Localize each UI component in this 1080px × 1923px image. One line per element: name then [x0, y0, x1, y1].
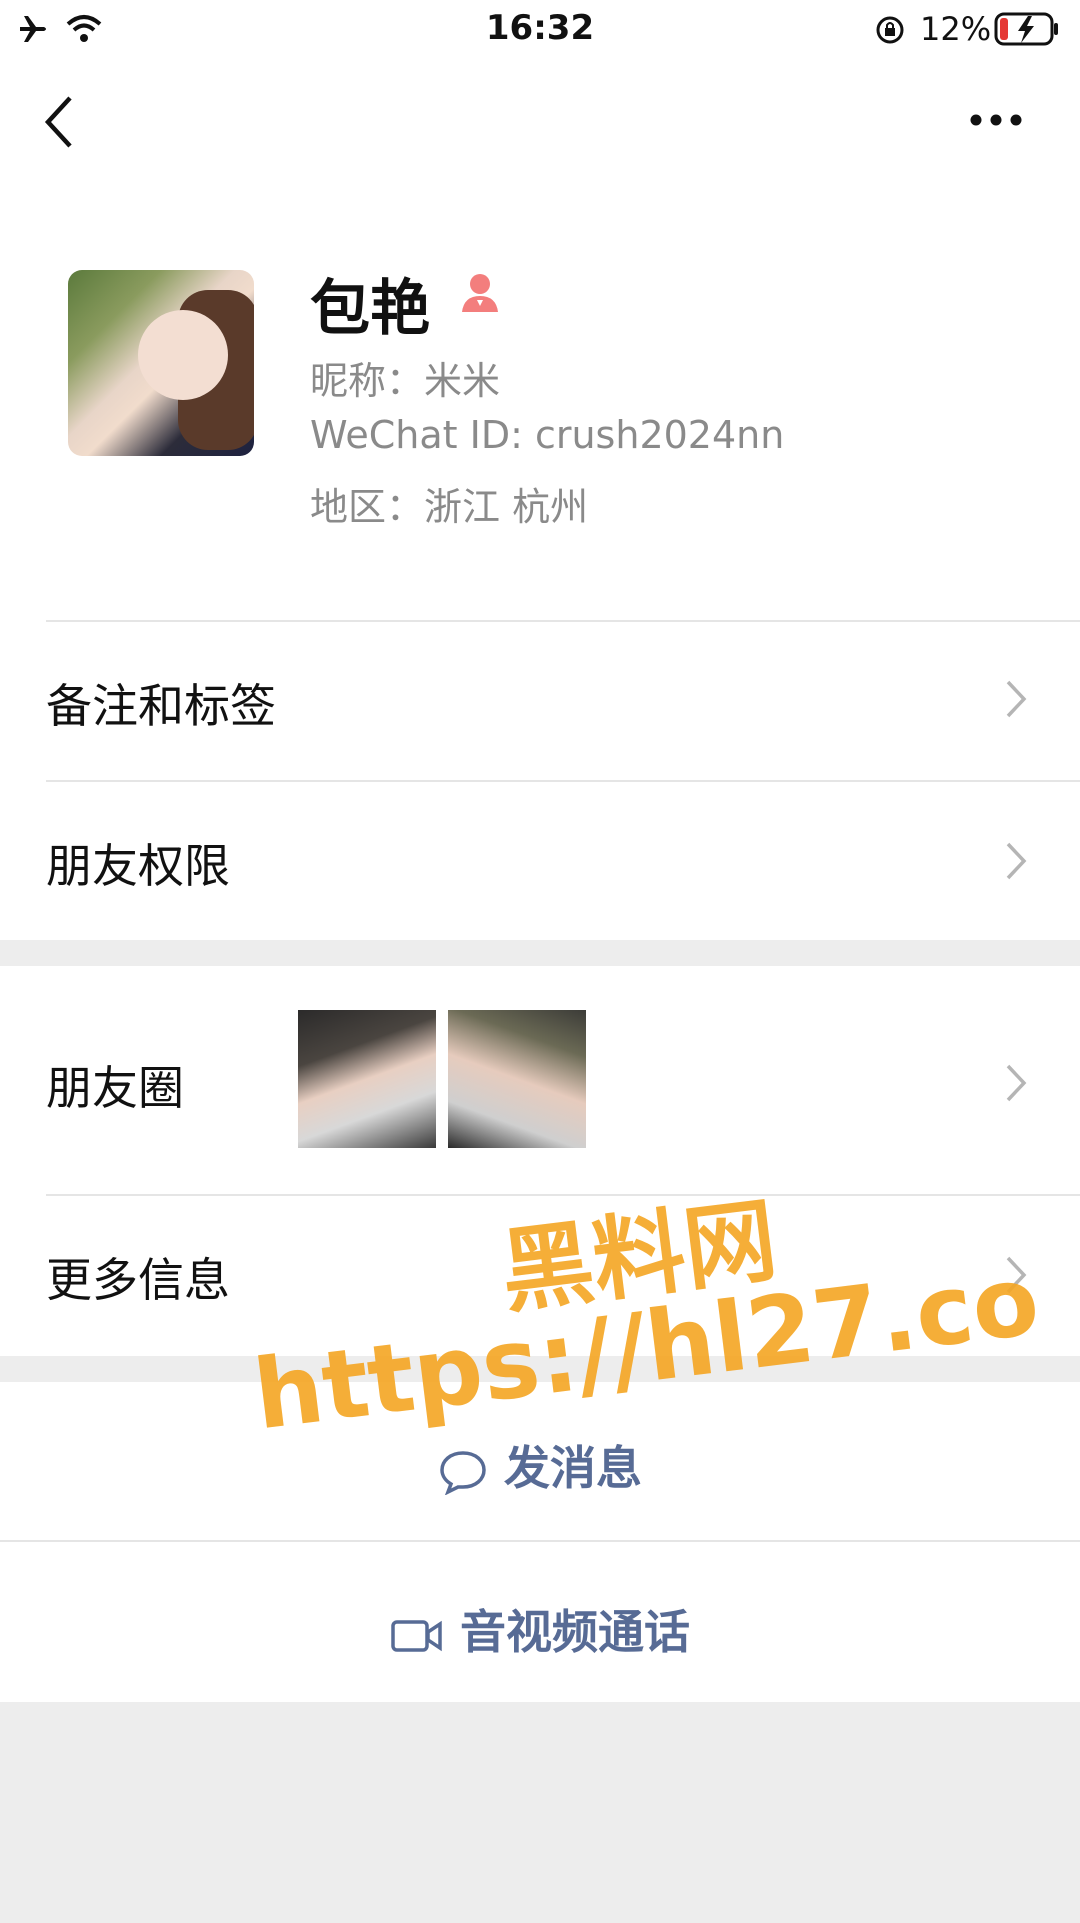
chat-bubble-icon: [440, 1450, 486, 1496]
ellipsis-icon: [970, 114, 1022, 126]
remark-tags-row[interactable]: 备注和标签: [0, 622, 1080, 780]
wechat-id: WeChat ID: crush2024nn: [310, 413, 785, 457]
more-options-button[interactable]: [966, 104, 1026, 136]
chevron-right-icon: [1004, 840, 1028, 886]
status-bar: 16:32 12%: [0, 0, 1080, 60]
moments-thumbnail: [448, 1010, 586, 1148]
remark-tags-label: 备注和标签: [46, 679, 276, 733]
video-call-label: 音视频通话: [460, 1605, 690, 1659]
female-icon: [458, 270, 502, 318]
chevron-right-icon: [1004, 1254, 1028, 1300]
orientation-lock-icon: [874, 14, 906, 50]
clock: 16:32: [485, 8, 595, 48]
back-button[interactable]: [40, 94, 80, 150]
battery-charging-icon: [994, 12, 1060, 50]
friend-permissions-row[interactable]: 朋友权限: [0, 782, 1080, 940]
chevron-right-icon: [1004, 678, 1028, 724]
moments-label: 朋友圈: [46, 1061, 184, 1115]
chevron-right-icon: [1004, 1062, 1028, 1108]
nickname: 昵称：米米: [310, 359, 501, 403]
profile-header: 包艳 昵称：米米 WeChat ID: crush2024nn 地区：浙江 杭州: [0, 180, 1080, 620]
friend-permissions-label: 朋友权限: [46, 839, 230, 893]
more-info-label: 更多信息: [46, 1253, 230, 1307]
nav-bar: [0, 60, 1080, 180]
battery-percent: 12%: [920, 10, 992, 48]
video-camera-icon: [391, 1619, 442, 1652]
moments-thumbnail: [298, 1010, 436, 1148]
send-message-button[interactable]: 发消息: [0, 1382, 1080, 1540]
profile-name: 包艳: [310, 274, 430, 344]
more-info-row[interactable]: 更多信息: [0, 1196, 1080, 1356]
send-message-label: 发消息: [504, 1441, 642, 1495]
avatar[interactable]: [68, 270, 254, 456]
video-call-button[interactable]: 音视频通话: [0, 1542, 1080, 1702]
region: 地区：浙江 杭州: [310, 485, 589, 529]
chevron-left-icon: [44, 96, 72, 148]
